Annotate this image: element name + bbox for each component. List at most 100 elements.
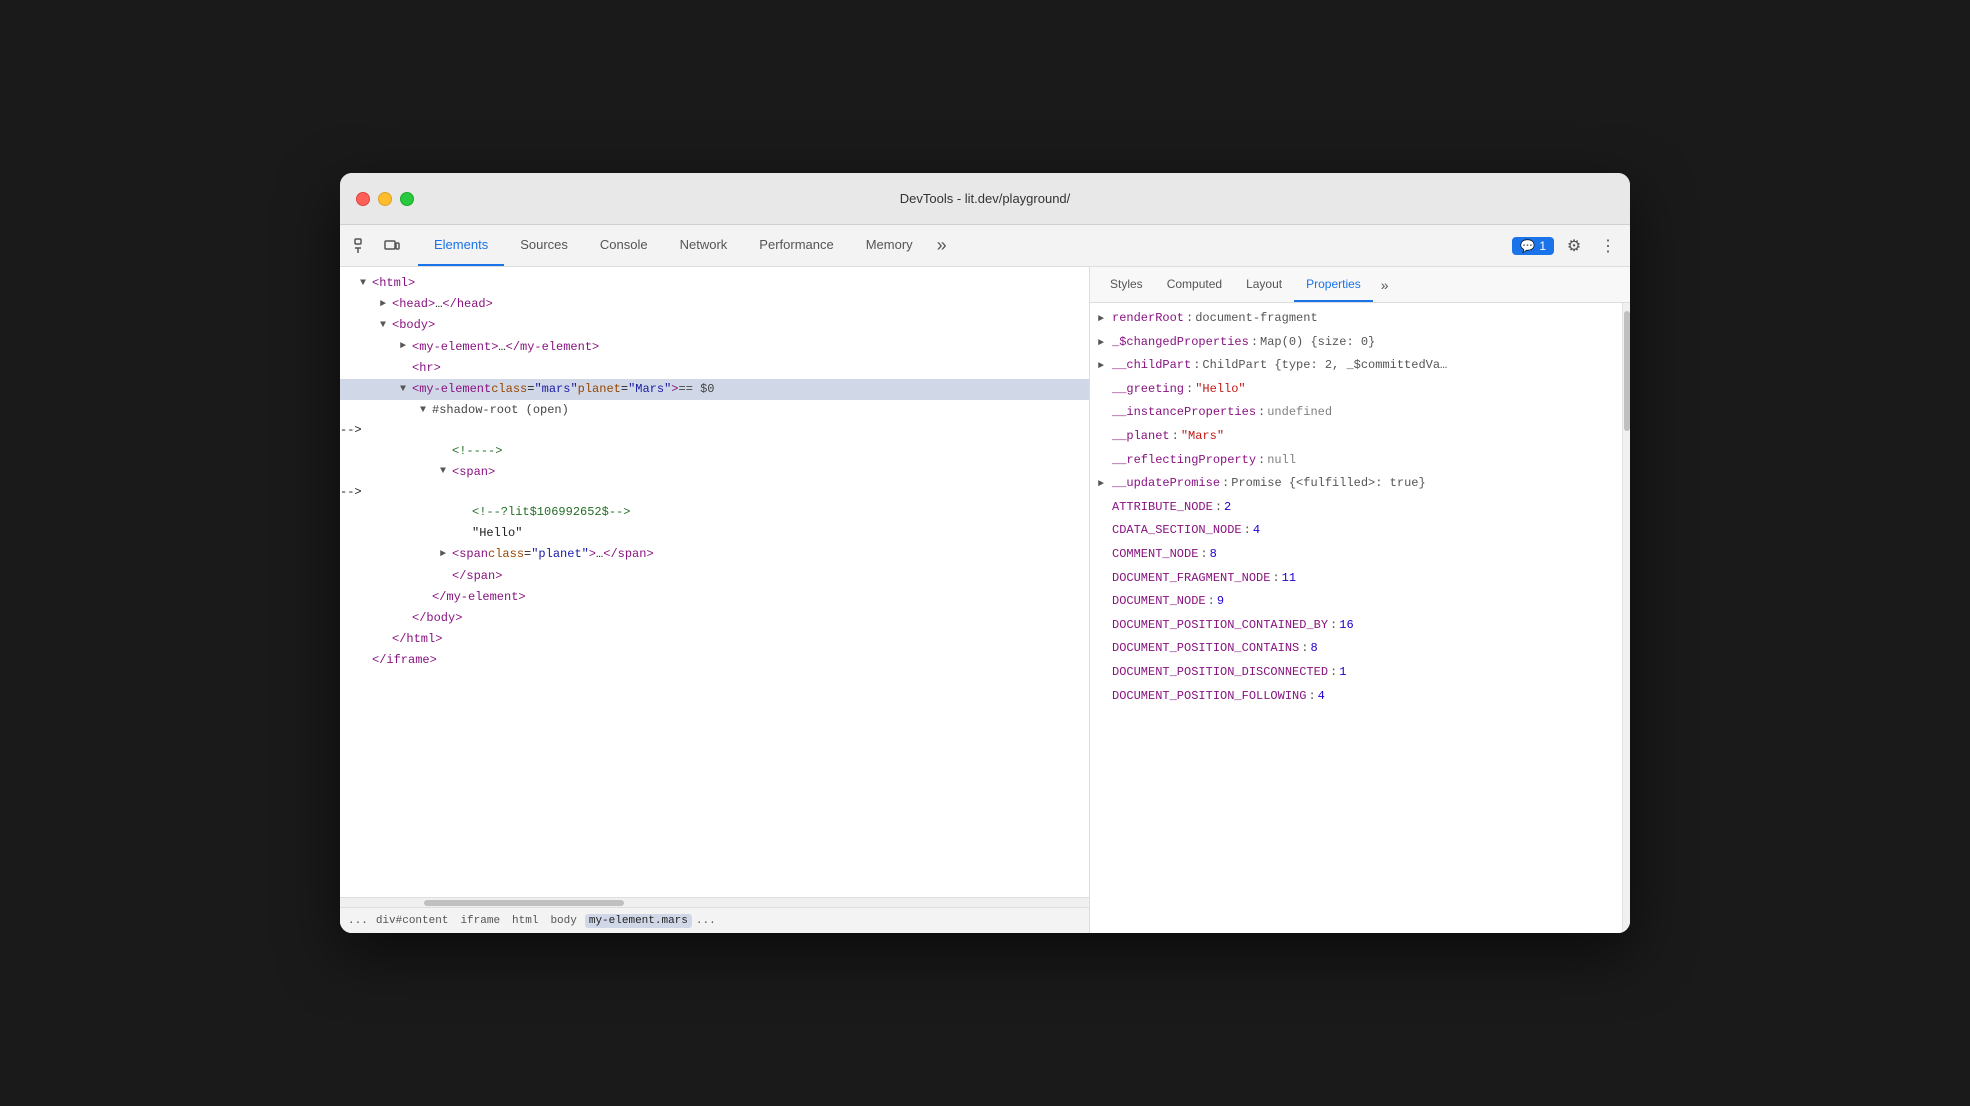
scrollbar-thumb[interactable] <box>1624 311 1630 431</box>
expand-arrow <box>440 568 452 584</box>
expand-arrow <box>420 589 432 605</box>
tree-my-element-mars[interactable]: ▼ <my-element class="mars" planet="Mars"… <box>340 379 1089 400</box>
tree-close-my-element[interactable]: </my-element> <box>340 587 1089 608</box>
prop-doc-pos-disconnected[interactable]: DOCUMENT_POSITION_DISCONNECTED : 1 <box>1090 661 1622 685</box>
expand-icon-empty <box>1098 405 1110 423</box>
prop-doc-pos-contains[interactable]: DOCUMENT_POSITION_CONTAINS : 8 <box>1090 637 1622 661</box>
expand-arrow[interactable]: ▼ <box>420 403 432 419</box>
expand-icon-empty <box>1098 594 1110 612</box>
prop-tab-styles[interactable]: Styles <box>1098 267 1155 302</box>
tab-elements[interactable]: Elements <box>418 225 504 266</box>
expand-icon-empty <box>1098 571 1110 589</box>
main-content: ▼ <html> ► <head>…</head> ▼ <body> <box>340 267 1630 933</box>
prop-tab-properties[interactable]: Properties <box>1294 267 1373 302</box>
properties-content[interactable]: ► renderRoot : document-fragment ► _$cha… <box>1090 303 1622 933</box>
main-tabs: Elements Sources Console Network Perform… <box>418 225 1508 266</box>
tree-body[interactable]: ▼ <body> <box>340 315 1089 336</box>
expand-icon[interactable]: ► <box>1098 476 1110 494</box>
expand-icon[interactable]: ► <box>1098 311 1110 329</box>
tab-console[interactable]: Console <box>584 225 664 266</box>
expand-icon-empty <box>1098 641 1110 659</box>
prop-greeting[interactable]: __greeting : "Hello" <box>1090 378 1622 402</box>
tree-hr[interactable]: <hr> <box>340 358 1089 379</box>
prop-document-node[interactable]: DOCUMENT_NODE : 9 <box>1090 590 1622 614</box>
breadcrumb-html[interactable]: html <box>508 914 542 928</box>
prop-renderRoot[interactable]: ► renderRoot : document-fragment <box>1090 307 1622 331</box>
prop-planet[interactable]: __planet : "Mars" <box>1090 425 1622 449</box>
prop-cdata-section-node[interactable]: CDATA_SECTION_NODE : 4 <box>1090 519 1622 543</box>
expand-arrow[interactable]: ► <box>400 339 412 355</box>
expand-arrow <box>440 443 452 459</box>
tab-performance[interactable]: Performance <box>743 225 849 266</box>
prop-comment-node[interactable]: COMMENT_NODE : 8 <box>1090 543 1622 567</box>
main-toolbar: Elements Sources Console Network Perform… <box>340 225 1630 267</box>
expand-arrow[interactable]: ► <box>380 297 392 313</box>
tree-close-html[interactable]: </html> <box>340 629 1089 650</box>
prop-attribute-node[interactable]: ATTRIBUTE_NODE : 2 <box>1090 496 1622 520</box>
prop-updatePromise[interactable]: ► __updatePromise : Promise {<fulfilled>… <box>1090 472 1622 496</box>
tab-sources[interactable]: Sources <box>504 225 584 266</box>
tree-hello-text[interactable]: "Hello" <box>340 523 1089 544</box>
expand-icon[interactable]: ► <box>1098 358 1110 376</box>
breadcrumb-iframe[interactable]: iframe <box>456 914 504 928</box>
elements-scrollbar-x[interactable] <box>340 897 1089 907</box>
expand-icon[interactable]: ► <box>1098 335 1110 353</box>
prop-document-fragment-node[interactable]: DOCUMENT_FRAGMENT_NODE : 11 <box>1090 567 1622 591</box>
expand-arrow[interactable]: ▼ <box>380 318 392 334</box>
tab-network[interactable]: Network <box>664 225 744 266</box>
devtools-body: Elements Sources Console Network Perform… <box>340 225 1630 933</box>
tree-span-planet[interactable]: ► <span class="planet" >…</span> <box>340 544 1089 565</box>
breadcrumb-ellipsis-left[interactable]: ... <box>348 915 368 927</box>
close-button[interactable] <box>356 192 370 206</box>
breadcrumb-ellipsis-right[interactable]: ... <box>696 915 716 927</box>
tree-html[interactable]: ▼ <html> <box>340 273 1089 294</box>
expand-icon-empty <box>1098 523 1110 541</box>
elements-panel: ▼ <html> ► <head>…</head> ▼ <body> <box>340 267 1090 933</box>
prop-doc-pos-following[interactable]: DOCUMENT_POSITION_FOLLOWING : 4 <box>1090 685 1622 709</box>
inspector-icon[interactable] <box>348 232 376 260</box>
device-toolbar-icon[interactable] <box>378 232 406 260</box>
minimize-button[interactable] <box>378 192 392 206</box>
console-badge-icon: 💬 <box>1520 239 1535 253</box>
maximize-button[interactable] <box>400 192 414 206</box>
console-badge-count: 1 <box>1539 239 1546 253</box>
tree-span[interactable]: ▼ <span> <box>340 462 1089 483</box>
prop-changedProperties[interactable]: ► _$changedProperties : Map(0) {size: 0} <box>1090 331 1622 355</box>
prop-instanceProperties[interactable]: __instanceProperties : undefined <box>1090 401 1622 425</box>
settings-button[interactable]: ⚙ <box>1560 232 1588 260</box>
tree-shadow-root[interactable]: ▼ #shadow-root (open) <box>340 400 1089 421</box>
expand-arrow[interactable]: ▼ <box>440 464 452 480</box>
expand-icon-empty <box>1098 618 1110 636</box>
tab-memory[interactable]: Memory <box>850 225 929 266</box>
tree-my-element-1[interactable]: ► <my-element>…</my-element> <box>340 337 1089 358</box>
breadcrumb-my-element-mars[interactable]: my-element.mars <box>585 914 692 928</box>
tree-close-body[interactable]: </body> <box>340 608 1089 629</box>
properties-tabs-overflow[interactable]: » <box>1373 277 1397 293</box>
elements-tree[interactable]: ▼ <html> ► <head>…</head> ▼ <body> <box>340 267 1089 897</box>
console-messages-button[interactable]: 💬 1 <box>1512 237 1554 255</box>
expand-arrow <box>460 505 472 521</box>
tree-close-iframe[interactable]: </iframe> <box>340 650 1089 671</box>
prop-reflectingProperty[interactable]: __reflectingProperty : null <box>1090 449 1622 473</box>
tree-comment-1[interactable]: <!----> <box>340 441 1089 462</box>
tree-lit-comment[interactable]: <!--?lit$106992652$--> <box>340 502 1089 523</box>
expand-arrow <box>360 653 372 669</box>
expand-icon-empty <box>1098 382 1110 400</box>
tree-close-span[interactable]: </span> <box>340 566 1089 587</box>
breadcrumb-body[interactable]: body <box>546 914 580 928</box>
expand-arrow[interactable]: ▼ <box>360 276 372 292</box>
breadcrumb-div-content[interactable]: div#content <box>372 914 453 928</box>
expand-icon-empty <box>1098 665 1110 683</box>
scrollbar-thumb[interactable] <box>424 900 624 906</box>
more-options-button[interactable]: ⋮ <box>1594 232 1622 260</box>
prop-tab-computed[interactable]: Computed <box>1155 267 1234 302</box>
prop-childPart[interactable]: ► __childPart : ChildPart {type: 2, _$co… <box>1090 354 1622 378</box>
properties-scrollbar[interactable] <box>1622 303 1630 933</box>
tabs-overflow-button[interactable]: » <box>929 235 955 256</box>
prop-tab-layout[interactable]: Layout <box>1234 267 1294 302</box>
expand-arrow[interactable]: ► <box>440 547 452 563</box>
prop-doc-pos-contained-by[interactable]: DOCUMENT_POSITION_CONTAINED_BY : 16 <box>1090 614 1622 638</box>
expand-arrow[interactable]: ▼ <box>400 382 412 398</box>
tree-head[interactable]: ► <head>…</head> <box>340 294 1089 315</box>
expand-icon-empty <box>1098 500 1110 518</box>
